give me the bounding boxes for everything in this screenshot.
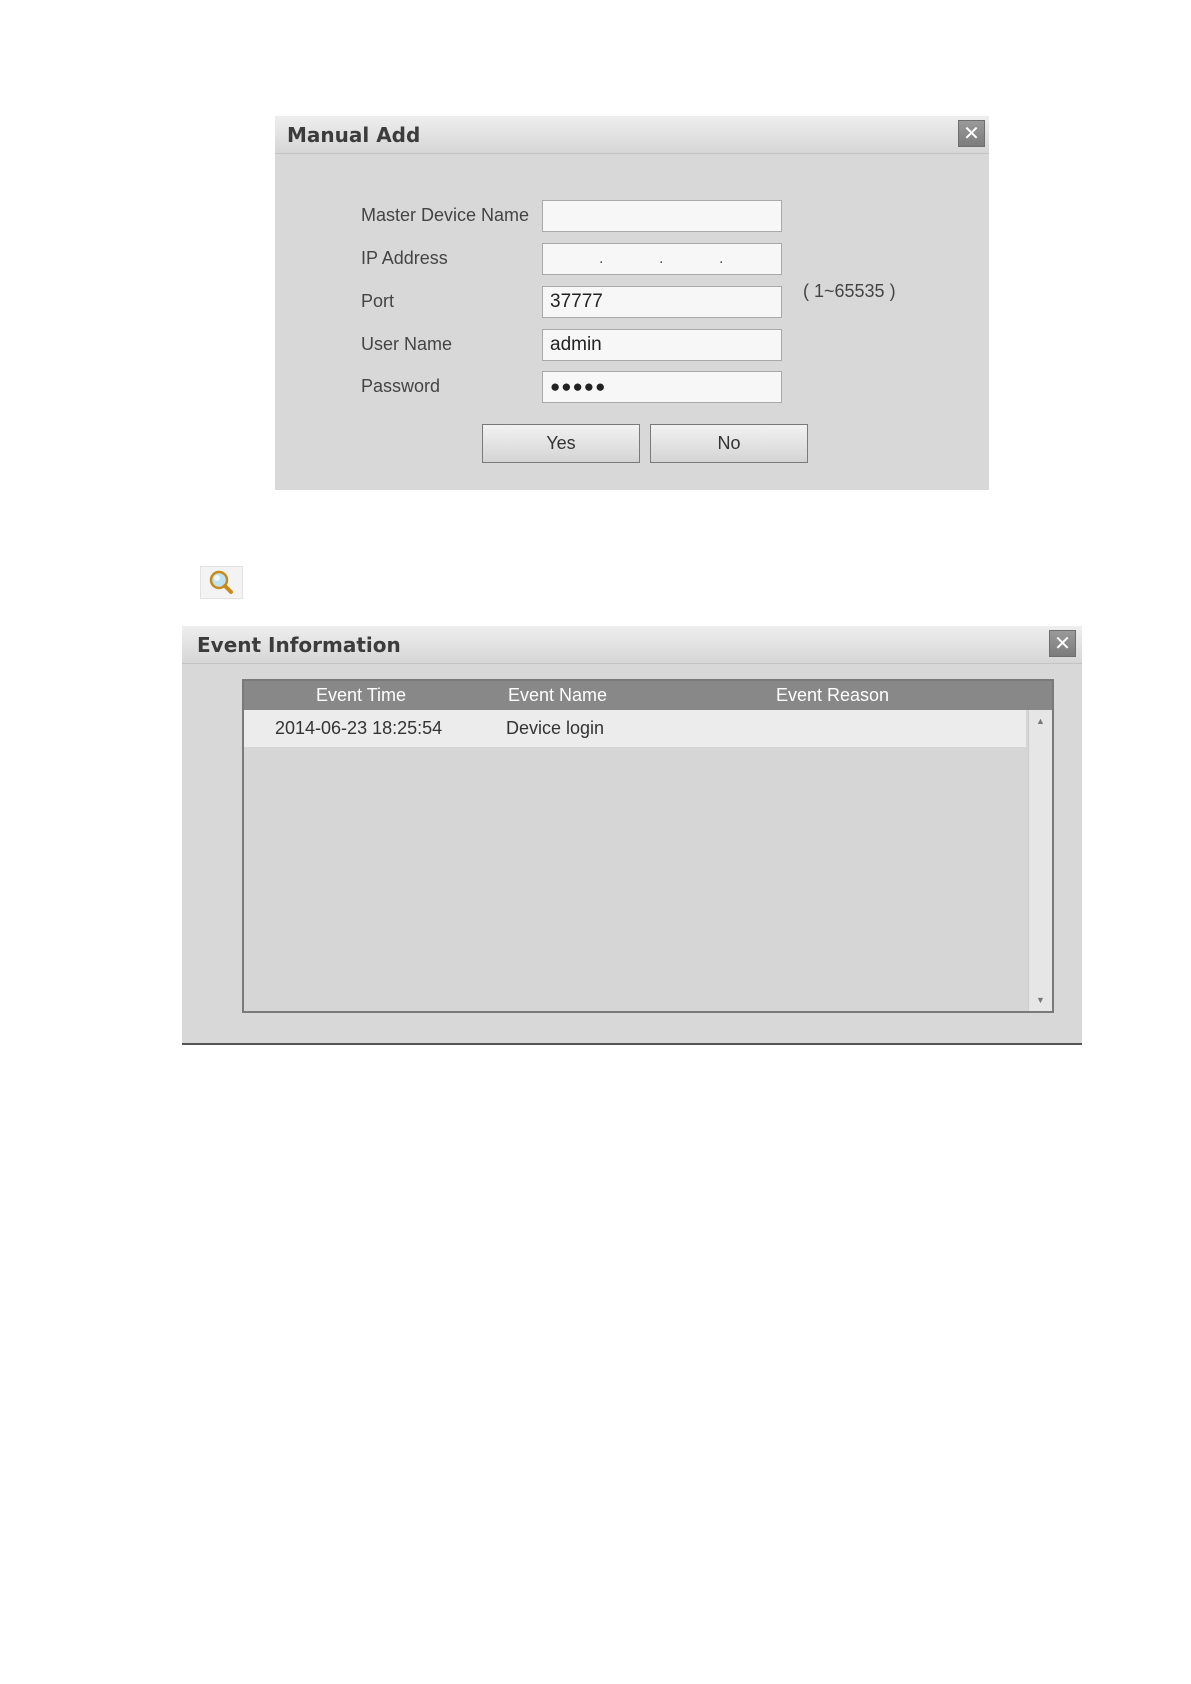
scroll-down-icon[interactable]: ▼ bbox=[1029, 995, 1052, 1005]
ip-address-label: IP Address bbox=[361, 248, 448, 268]
event-time-cell: 2014-06-23 18:25:54 bbox=[275, 718, 443, 738]
ip-address-input[interactable]: . . . bbox=[542, 243, 782, 275]
ip-separator: . bbox=[599, 250, 604, 267]
search-icon bbox=[209, 570, 233, 594]
table-row[interactable]: 2014-06-23 18:25:54 Device login bbox=[244, 710, 1026, 747]
ip-separator: . bbox=[719, 250, 724, 267]
close-button[interactable]: ✕ bbox=[1049, 630, 1076, 657]
dialog-header: Event Information ✕ bbox=[182, 626, 1082, 664]
event-information-dialog: Event Information ✕ Event Time Event Nam… bbox=[182, 626, 1082, 1045]
close-button[interactable]: ✕ bbox=[958, 120, 985, 147]
search-button[interactable] bbox=[200, 566, 243, 599]
user-name-label: User Name bbox=[361, 334, 453, 354]
manual-add-dialog: Manual Add ✕ Master Device Name IP Addre… bbox=[275, 116, 989, 490]
password-input[interactable]: ●●●●● bbox=[542, 371, 782, 403]
dialog-title: Manual Add bbox=[287, 123, 421, 147]
vertical-scrollbar[interactable]: ▲ ▼ bbox=[1028, 710, 1052, 1011]
scroll-up-icon[interactable]: ▲ bbox=[1029, 716, 1052, 726]
dialog-title: Event Information bbox=[197, 633, 401, 657]
yes-button[interactable]: Yes bbox=[482, 424, 640, 463]
column-header-event-time[interactable]: Event Time bbox=[316, 685, 406, 706]
master-device-name-label: Master Device Name bbox=[361, 205, 530, 225]
port-range-hint: ( 1~65535 ) bbox=[803, 281, 896, 301]
event-name-cell: Device login bbox=[506, 718, 605, 738]
user-name-input[interactable] bbox=[542, 329, 782, 361]
dialog-header: Manual Add ✕ bbox=[275, 116, 989, 154]
port-input[interactable] bbox=[542, 286, 782, 318]
master-device-name-input[interactable] bbox=[542, 200, 782, 232]
column-header-event-reason[interactable]: Event Reason bbox=[776, 685, 889, 706]
table-header: Event Time Event Name Event Reason bbox=[244, 681, 1052, 710]
no-button[interactable]: No bbox=[650, 424, 808, 463]
password-label: Password bbox=[361, 376, 441, 396]
port-label: Port bbox=[361, 291, 395, 311]
column-header-event-name[interactable]: Event Name bbox=[508, 685, 607, 706]
event-table: Event Time Event Name Event Reason 2014-… bbox=[242, 679, 1054, 1013]
ip-separator: . bbox=[659, 250, 664, 267]
